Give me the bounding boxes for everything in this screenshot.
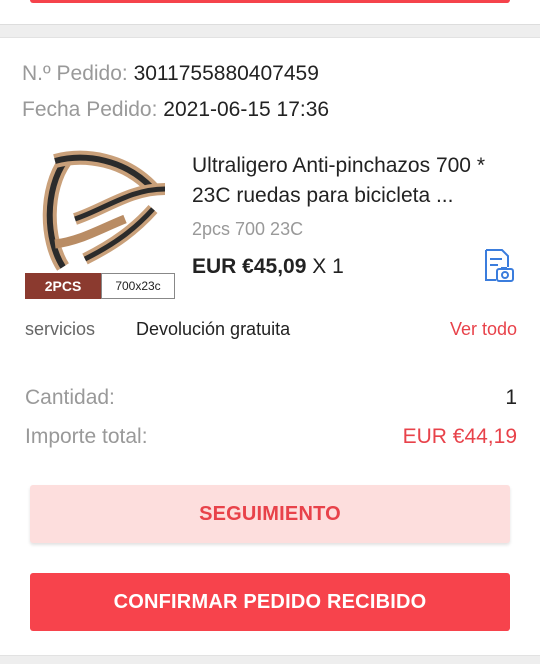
tracking-button[interactable]: SEGUIMIENTO [30,485,510,543]
order-card: N.º Pedido: 3011755880407459 Fecha Pedid… [0,37,540,656]
order-date-label: Fecha Pedido: [22,98,158,121]
services-label: servicios [25,319,96,339]
previous-card [0,0,540,25]
order-number-value: 3011755880407459 [133,62,319,85]
order-number-row: N.º Pedido: 3011755880407459 [22,62,319,86]
product-price-row: EUR €45,09 X 1 [192,255,344,279]
product-quantity: X 1 [312,255,344,278]
quantity-value: 1 [505,386,517,409]
product-title[interactable]: Ultraligero Anti-pinchazos 700 * 23C rue… [192,151,522,211]
previous-button-edge[interactable] [30,0,510,3]
product-image[interactable]: 2PCS 700x23c [25,149,175,299]
order-date-value: 2021-06-15 17:36 [163,98,330,121]
image-tag-size: 700x23c [101,273,175,299]
product-price: EUR €45,09 [192,255,307,278]
product-variant: 2pcs 700 23C [192,219,304,239]
quantity-label: Cantidad: [25,386,115,409]
services-value: Devolución gratuita [136,319,291,339]
image-tag-qty: 2PCS [25,273,101,299]
view-all-link[interactable]: Ver todo [450,319,517,340]
order-date-row: Fecha Pedido: 2021-06-15 17:36 [22,98,329,122]
document-camera-icon[interactable] [480,247,516,283]
order-number-label: N.º Pedido: [22,62,128,85]
tire-illustration [42,150,166,271]
confirm-received-button[interactable]: CONFIRMAR PEDIDO RECIBIDO [30,573,510,631]
total-value: EUR €44,19 [402,425,517,448]
total-label: Importe total: [25,425,148,448]
